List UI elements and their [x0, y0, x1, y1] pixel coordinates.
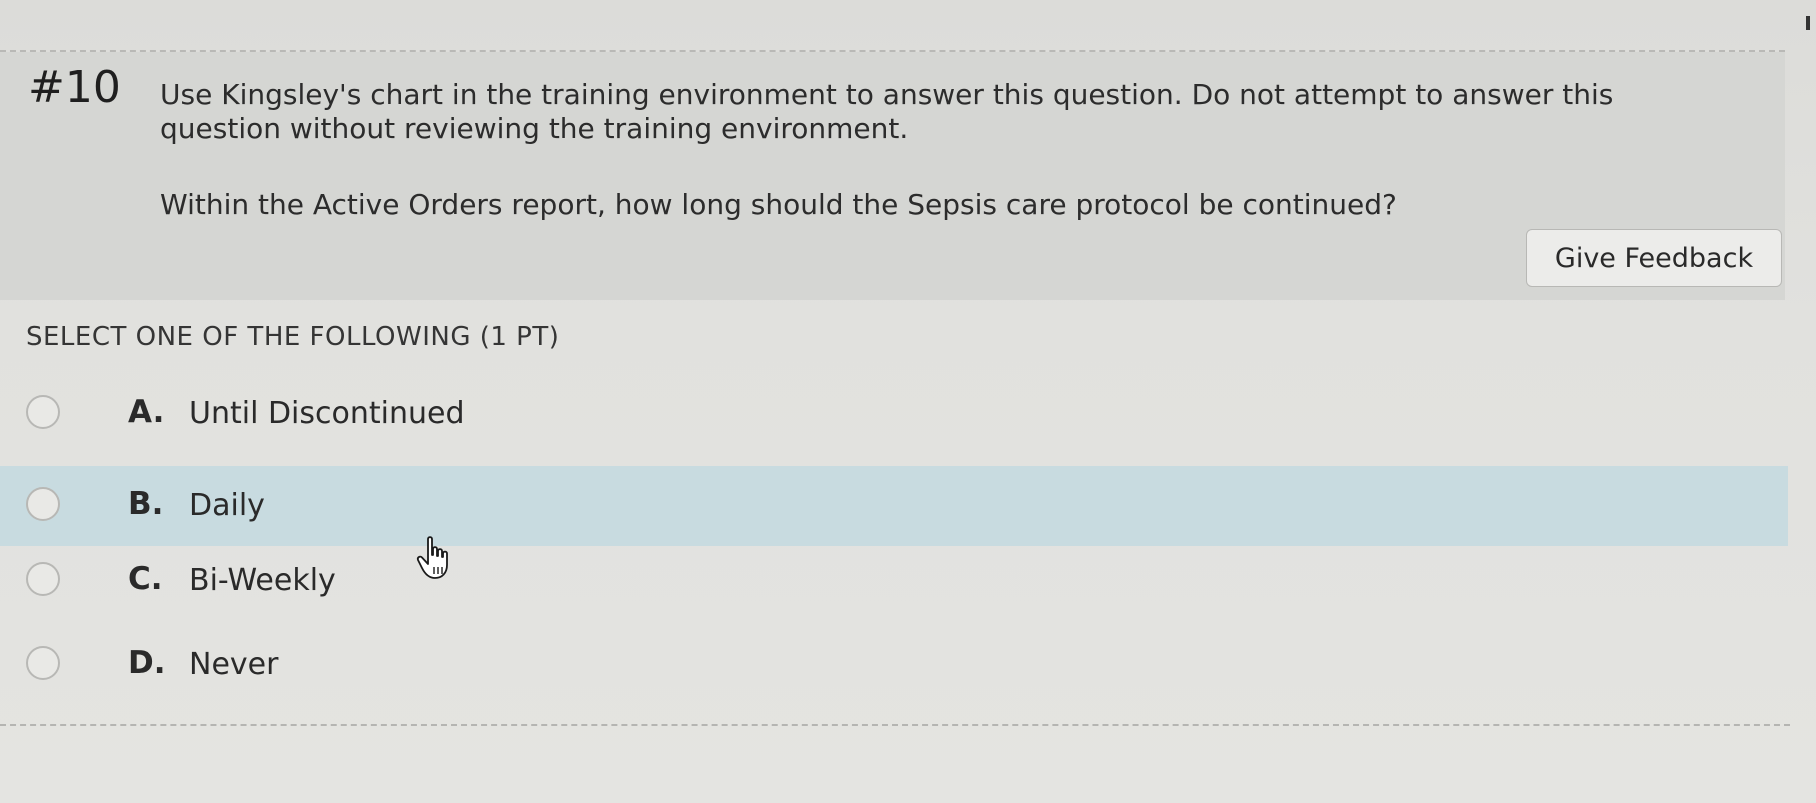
- bottom-divider: [0, 724, 1790, 726]
- select-instruction: SELECT ONE OF THE FOLLOWING (1 PT): [26, 322, 560, 352]
- option-letter: D.: [128, 645, 166, 681]
- hand-pointer-icon: [416, 536, 448, 579]
- option-letter: C.: [128, 561, 163, 597]
- answer-option-c[interactable]: C. Bi-Weekly: [0, 541, 1788, 621]
- option-text: Never: [189, 647, 279, 682]
- option-text: Bi-Weekly: [189, 563, 336, 598]
- answer-option-d[interactable]: D. Never: [0, 625, 1788, 705]
- answer-option-b[interactable]: B. Daily: [0, 466, 1788, 546]
- question-text: Use Kingsley's chart in the training env…: [160, 78, 1614, 145]
- option-text: Daily: [189, 488, 265, 523]
- radio-empty-icon[interactable]: [26, 562, 60, 596]
- give-feedback-button[interactable]: Give Feedback: [1526, 229, 1782, 287]
- option-letter: A.: [128, 394, 165, 430]
- radio-empty-icon[interactable]: [26, 646, 60, 680]
- option-text: Until Discontinued: [189, 396, 465, 431]
- edge-mark: [1806, 16, 1810, 30]
- option-letter: B.: [128, 486, 164, 522]
- radio-empty-icon[interactable]: [26, 487, 60, 521]
- radio-empty-icon[interactable]: [26, 395, 60, 429]
- question-number: #10: [28, 62, 121, 113]
- question-subtext: Within the Active Orders report, how lon…: [160, 188, 1397, 221]
- answer-option-a[interactable]: A. Until Discontinued: [0, 374, 1788, 454]
